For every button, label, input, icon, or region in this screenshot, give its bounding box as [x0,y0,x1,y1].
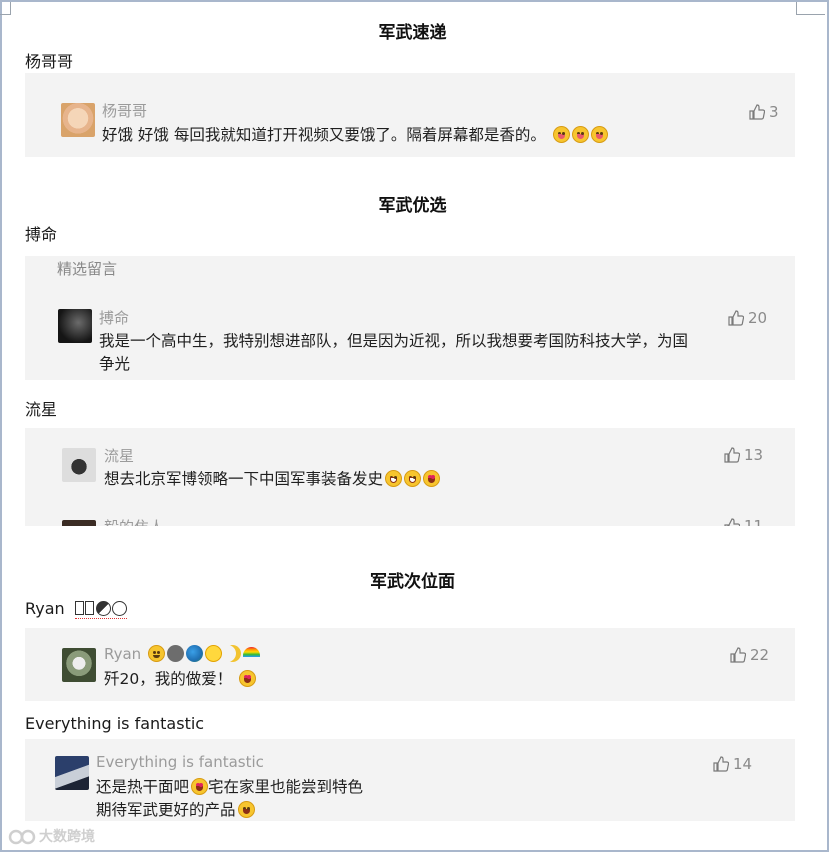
comment-card: 流星 想去北京军博领略一下中国军事装备发史 13 毅的隹人 11 [25,428,795,526]
commenter-name-text: Ryan [104,645,142,663]
comment-body: 我是一个高中生，我特别想进部队，但是因为近视，所以我想要考国防科技大学，为国 [99,332,689,350]
avatar[interactable] [58,309,92,343]
avatar[interactable] [62,648,96,682]
author-name: Ryan [25,599,65,618]
commenter-name[interactable]: 流星 [104,445,134,466]
author-line: 杨哥哥 [25,52,74,71]
comment-text: 我是一个高中生，我特别想进部队，但是因为近视，所以我想要考国防科技大学，为国 争光 [99,330,774,376]
comment-body-continued: 宅在家里也能尝到特色 [208,778,364,796]
drooling-emoji-icon [237,801,255,818]
comment-card: Ryan 歼20，我的做爱！ 22 [25,628,795,701]
comment-body: 好饿 好饿 每回我就知道打开视频又要饿了。隔着屏幕都是香的。 [102,126,546,144]
commenter-name[interactable]: 搏命 [99,307,129,328]
like-count: 3 [769,103,779,121]
commenter-name[interactable]: 杨哥哥 [102,100,147,121]
like-button[interactable]: 20 [728,309,767,327]
section-title: 军武速递 [378,23,447,43]
avatar[interactable] [61,103,95,137]
grin-emoji-icon [404,470,422,487]
rainbow-emoji-icon [242,647,260,657]
thumbs-up-icon [724,518,740,526]
avatar[interactable] [62,520,96,526]
like-button[interactable]: 14 [713,755,752,773]
watermark-text: 大数跨境 [39,829,95,845]
comment-body-line2: 争光 [99,355,131,373]
comment-card: Everything is fantastic 还是热干面吧 宅在家里也能尝到特色… [25,739,795,821]
like-button[interactable]: 3 [749,103,779,121]
like-button[interactable]: 13 [724,446,763,464]
avatar[interactable] [55,756,89,790]
dark-face-emoji-icon [166,645,184,662]
moon-emoji-icon [224,645,241,662]
comment-body-line2: 期待军武更好的产品 [96,801,236,819]
comment-text: 歼20，我的做爱！ [104,668,257,691]
heart-eyes-emoji-icon [423,470,441,487]
commenter-name[interactable]: Everything is fantastic [96,753,264,771]
avatar[interactable] [62,448,96,482]
like-count: 11 [744,517,764,526]
page-corner-mark [0,2,11,15]
section-title: 军武优选 [378,196,447,216]
like-count: 20 [748,309,768,327]
grin-emoji-icon [385,470,403,487]
featured-comments-label: 精选留言 [57,260,118,278]
like-count: 13 [744,446,764,464]
heart-eyes-emoji-icon [239,670,257,687]
like-button[interactable]: 22 [730,646,769,664]
tongue-emoji-icon [590,126,608,143]
thumbs-up-icon [730,647,746,663]
comment-card: 杨哥哥 好饿 好饿 每回我就知道打开视频又要饿了。隔着屏幕都是香的。 3 [25,73,795,157]
tongue-emoji-icon [552,126,570,143]
smile-emoji-icon [147,645,165,662]
author-line: 流星 [25,400,58,419]
like-button[interactable]: 11 [724,517,763,526]
like-count: 22 [750,646,770,664]
globe-emoji-icon [185,645,203,662]
thumbs-up-icon [749,104,765,120]
author-line: Everything is fantastic [25,714,205,733]
watermark: 大数跨境 [8,826,95,846]
commenter-name[interactable]: Ryan [104,645,260,663]
comment-body: 还是热干面吧 [96,778,190,796]
comment-text: 想去北京军博领略一下中国军事装备发史 [104,468,441,491]
heart-eyes-emoji-icon [191,778,209,795]
comment-card: 精选留言 搏命 我是一个高中生，我特别想进部队，但是因为近视，所以我想要考国防科… [25,256,795,380]
thumbs-up-icon [713,756,729,772]
author-line: Ryan [25,599,127,619]
thumbs-up-icon [728,310,744,326]
section-title: 军武次位面 [370,572,455,592]
comment-body: 想去北京军博领略一下中国军事装备发史 [104,470,384,488]
comment-text: 还是热干面吧 宅在家里也能尝到特色期待军武更好的产品 [96,776,363,821]
commenter-name[interactable]: 毅的隹人 [104,516,164,526]
tongue-emoji-icon [571,126,589,143]
like-count: 14 [733,755,753,773]
comment-body: 歼20，我的做爱！ [104,670,233,688]
sun-emoji-icon [204,645,222,662]
thumbs-up-icon [724,447,740,463]
author-line: 搏命 [25,225,58,244]
page-corner-mark [796,2,825,15]
unsupported-glyphs [74,599,127,619]
comment-text: 好饿 好饿 每回我就知道打开视频又要饿了。隔着屏幕都是香的。 [102,124,608,147]
watermark-logo-icon [8,829,36,845]
